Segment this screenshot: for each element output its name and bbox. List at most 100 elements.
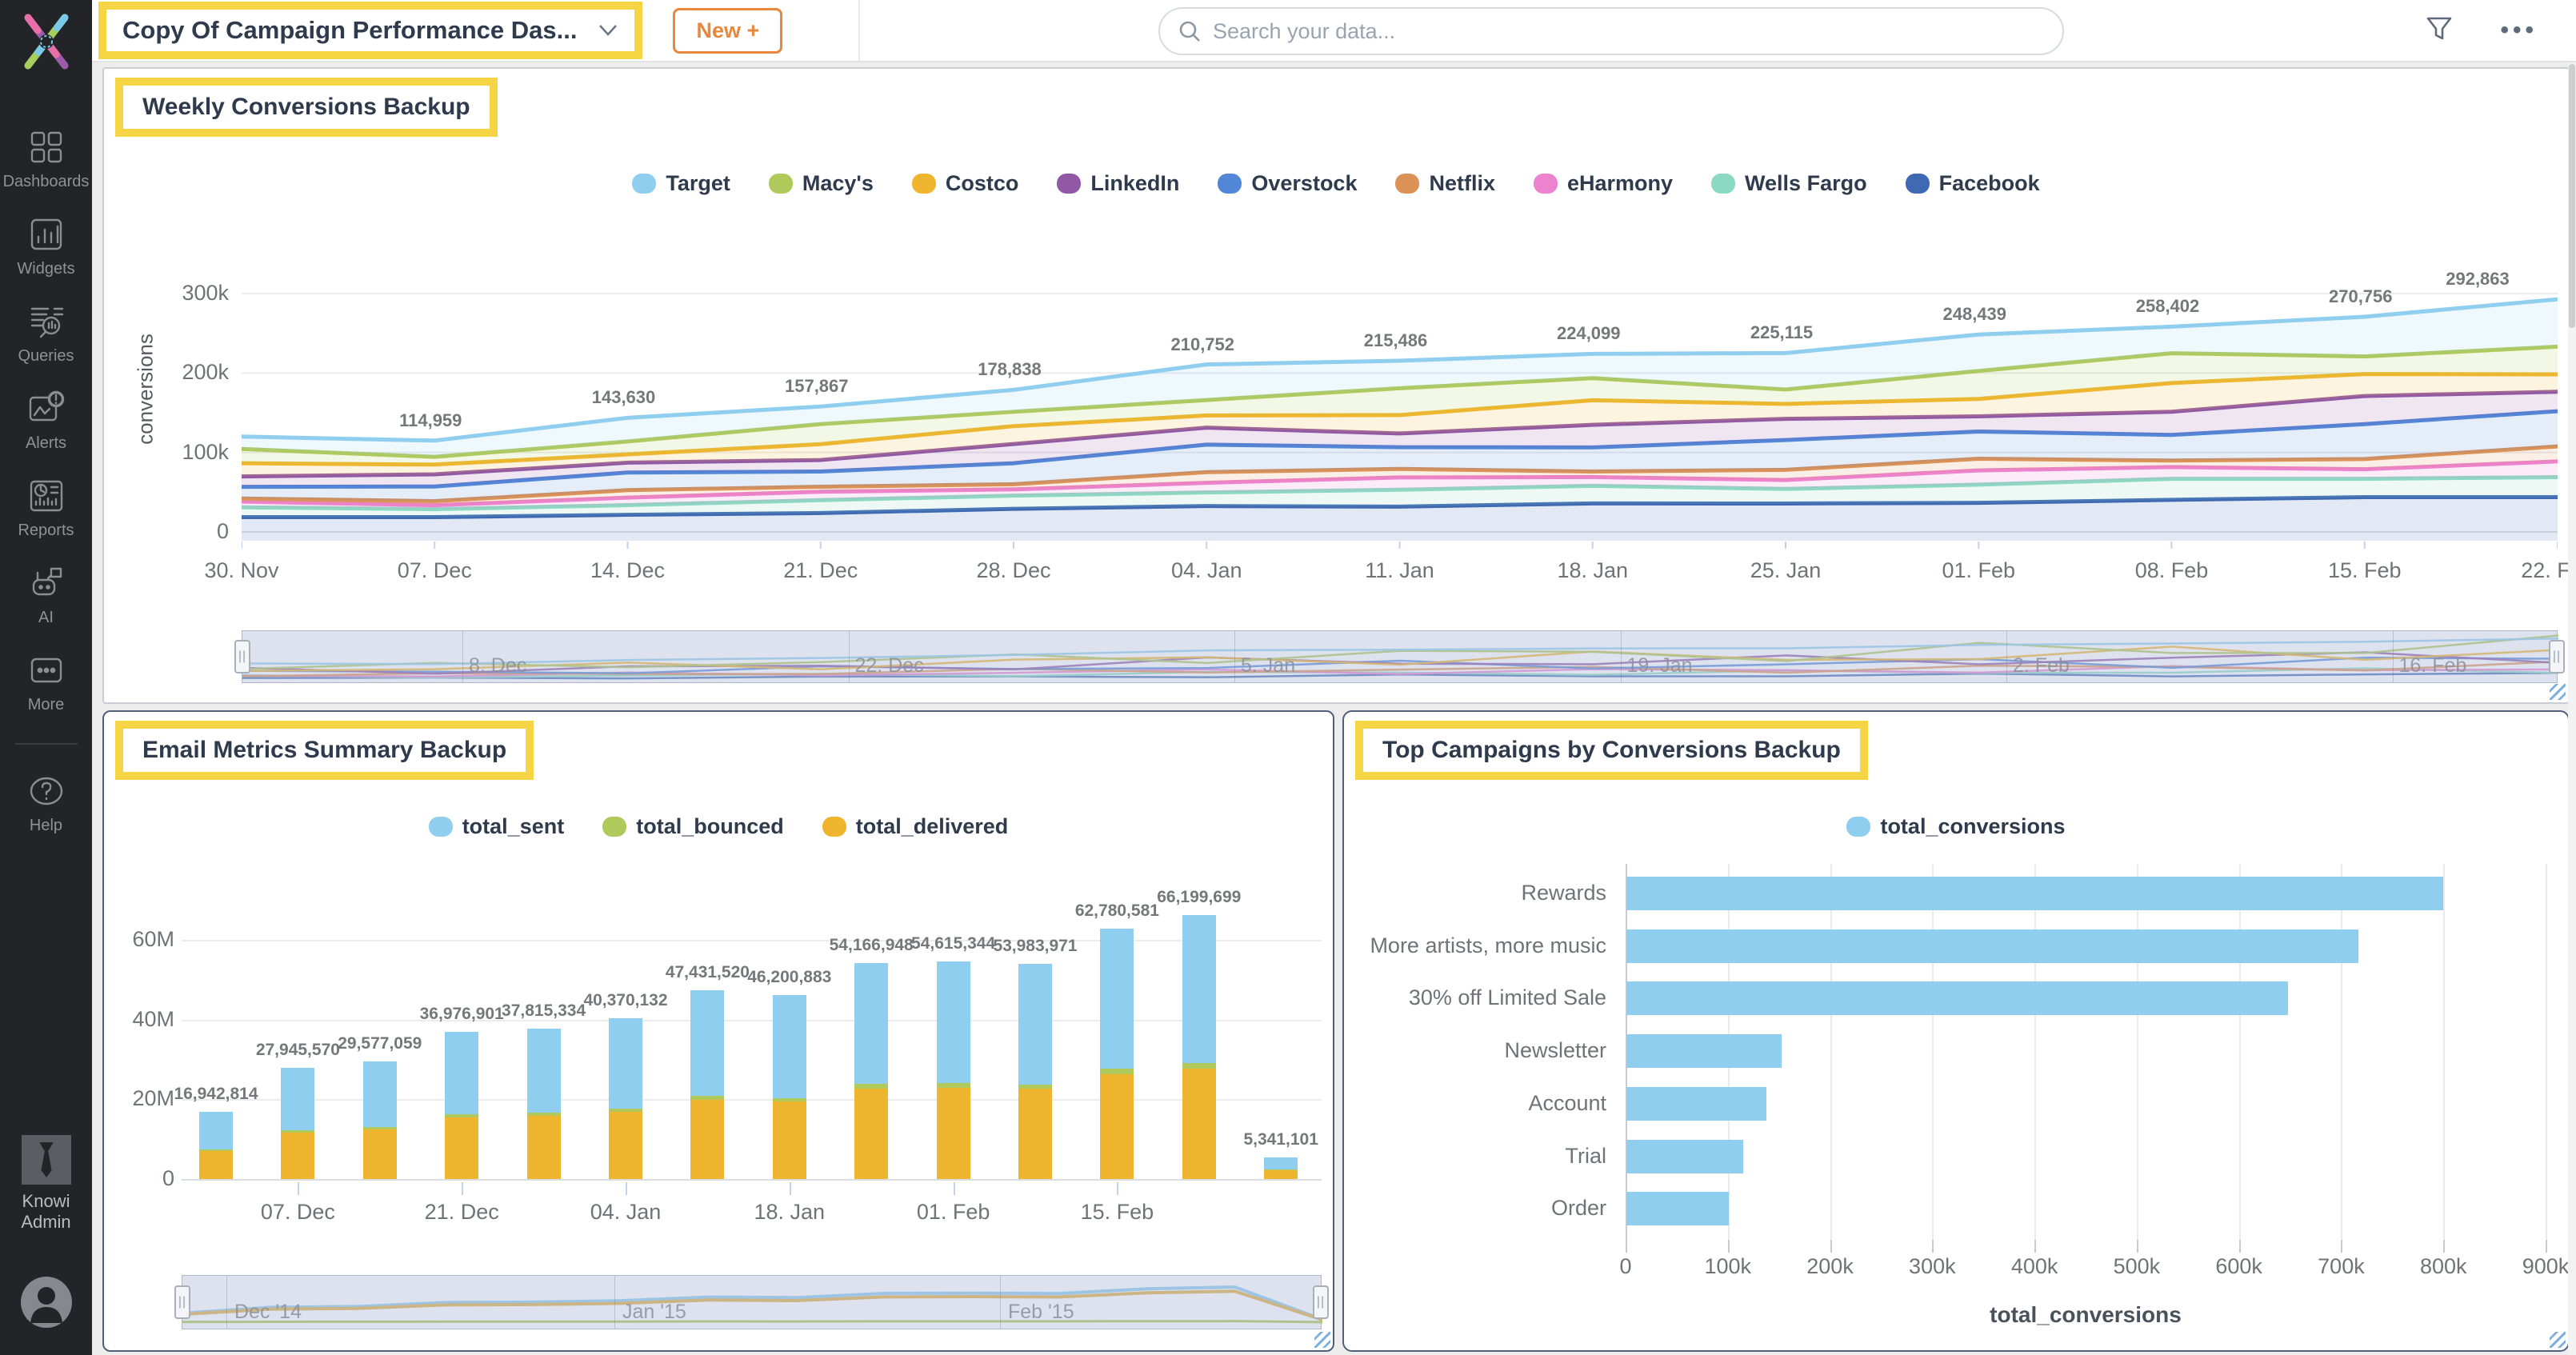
bar-2 — [362, 1061, 397, 1179]
gridline — [2546, 864, 2547, 1240]
legend-item-Wells Fargo[interactable]: Wells Fargo — [1711, 171, 1867, 196]
dashboards-grid-icon — [30, 131, 62, 163]
resize-handle[interactable] — [1314, 1332, 1330, 1348]
sidebar-item-queries[interactable]: Queries — [18, 302, 74, 366]
legend-item-Costco[interactable]: Costco — [911, 171, 1018, 196]
legend-item-total_delivered[interactable]: total_delivered — [822, 814, 1008, 839]
legend-item-Overstock[interactable]: Overstock — [1218, 171, 1357, 196]
bar-30% off Limited Sale — [1626, 981, 2288, 1016]
legend-swatch-icon — [1057, 174, 1082, 194]
y-tick-label: 0 — [216, 519, 229, 543]
navigator-left-handle[interactable] — [174, 1285, 190, 1319]
legend-item-LinkedIn[interactable]: LinkedIn — [1057, 171, 1179, 196]
x-tick — [626, 1182, 627, 1195]
legend-item-Target[interactable]: Target — [632, 171, 730, 196]
legend-label: Netflix — [1429, 171, 1495, 195]
legend-item-Macy's[interactable]: Macy's — [768, 171, 874, 196]
gridline — [2136, 864, 2138, 1240]
navigator-gridline — [1234, 631, 1235, 682]
user-avatar[interactable] — [20, 1277, 72, 1328]
x-tick-label: 15. Feb — [2327, 558, 2402, 582]
legend-item-Facebook[interactable]: Facebook — [1905, 171, 2040, 196]
bar-segment-total_delivered — [526, 1115, 561, 1179]
data-label: 157,867 — [784, 376, 849, 397]
bar-Trial — [1626, 1139, 1743, 1173]
data-label: 29,577,059 — [338, 1033, 422, 1053]
legend-swatch-icon — [632, 174, 657, 194]
queries-search-icon — [30, 307, 63, 338]
x-tick-label: 07. Dec — [397, 558, 472, 582]
more-ellipsis-icon — [30, 658, 62, 683]
sidebar-item-knowi-admin[interactable]: Knowi Admin — [12, 1135, 81, 1232]
navigator-selection[interactable] — [242, 631, 2557, 682]
sidebar-item-alerts[interactable]: Alerts — [26, 390, 66, 453]
legend-swatch-icon — [428, 817, 453, 837]
navigator-right-handle[interactable] — [2549, 640, 2565, 674]
email-title-highlight: Email Metrics Summary Backup — [115, 721, 534, 780]
bar-0 — [199, 1111, 233, 1179]
bar-segment-total_sent — [772, 994, 806, 1098]
legend-item-total_bounced[interactable]: total_bounced — [602, 814, 784, 839]
bar-segment-total_delivered — [609, 1111, 642, 1179]
scrollbar-thumb[interactable] — [2569, 64, 2575, 328]
data-label: 40,370,132 — [583, 990, 668, 1009]
x-tick-label: 01. Feb — [916, 1200, 990, 1224]
bar-segment-total_delivered — [690, 1099, 725, 1179]
x-tick-label: 01. Feb — [1942, 558, 2016, 582]
bar-segment-total_sent — [199, 1111, 233, 1149]
filter-funnel-icon[interactable] — [2425, 14, 2454, 47]
navigator-left-handle[interactable] — [234, 640, 250, 674]
bar-6 — [690, 989, 725, 1179]
weekly-range-selector[interactable]: 8. Dec 22. Dec 5. Jan 19. Jan 2. Feb 16. Feb — [234, 630, 2565, 683]
category-label: Order — [1550, 1196, 1606, 1221]
navigator-date-label: 16. Feb — [2398, 654, 2467, 677]
sidebar-item-label: Alerts — [25, 434, 67, 452]
bar-13 — [1264, 1157, 1298, 1179]
chevron-down-icon — [599, 25, 618, 36]
gridline — [182, 940, 1322, 942]
x-tick — [298, 1182, 300, 1195]
resize-handle[interactable] — [2550, 684, 2566, 700]
data-label: 46,200,883 — [747, 967, 832, 986]
legend-item-eHarmony[interactable]: eHarmony — [1534, 171, 1673, 196]
more-options-icon[interactable]: ••• — [2500, 17, 2538, 44]
knowi-logo[interactable] — [18, 11, 74, 72]
legend-swatch-icon — [911, 174, 936, 194]
x-tick-label: 25. Jan — [1750, 558, 1822, 582]
sidebar-item-more[interactable]: More — [27, 651, 66, 714]
bar-segment-total_delivered — [936, 1087, 970, 1179]
email-range-selector[interactable]: Dec '14 Jan '15 Feb '15 — [174, 1275, 1329, 1329]
navigator-date-label: 5. Jan — [1241, 654, 1296, 677]
sidebar-item-widgets[interactable]: Widgets — [17, 215, 75, 278]
data-label: 210,752 — [1170, 334, 1235, 354]
legend-label: eHarmony — [1567, 171, 1674, 195]
sidebar-item-label: AI — [38, 609, 54, 626]
x-tick-label: 500k — [2113, 1254, 2161, 1278]
sidebar-item-label: More — [27, 696, 65, 713]
campaigns-title-highlight: Top Campaigns by Conversions Backup — [1355, 721, 1868, 780]
x-tick-label: 15. Feb — [1080, 1200, 1154, 1224]
sidebar-item-help[interactable]: Help — [27, 772, 66, 835]
legend-item-total_conversions[interactable]: total_conversions — [1846, 814, 2066, 839]
data-label: 258,402 — [2135, 296, 2200, 317]
dashboard-selector[interactable]: Copy Of Campaign Performance Das... — [106, 10, 635, 51]
search-input[interactable] — [1213, 18, 2045, 44]
sidebar-item-dashboards[interactable]: Dashboards — [3, 128, 89, 191]
y-tick-label: 200k — [182, 360, 229, 385]
x-tick — [789, 1182, 791, 1195]
legend-item-Netflix[interactable]: Netflix — [1395, 171, 1495, 196]
legend-item-total_sent[interactable]: total_sent — [428, 814, 564, 839]
navigator-selection[interactable] — [182, 1276, 1321, 1329]
sidebar-item-ai[interactable]: AI — [27, 564, 66, 627]
bar-segment-total_sent — [936, 961, 970, 1084]
sidebar: Dashboards Widgets Queries Alerts Report… — [0, 0, 92, 1355]
legend-label: LinkedIn — [1090, 171, 1180, 195]
navigator-right-handle[interactable] — [1313, 1285, 1329, 1319]
new-button[interactable]: New + — [673, 7, 783, 54]
weekly-title-highlight: Weekly Conversions Backup — [115, 78, 498, 137]
email-title: Email Metrics Summary Backup — [142, 737, 507, 763]
data-label: 292,863 — [2446, 269, 2510, 290]
sidebar-item-reports[interactable]: Reports — [18, 477, 74, 540]
alerts-icon — [29, 390, 64, 422]
resize-handle[interactable] — [2550, 1332, 2566, 1348]
